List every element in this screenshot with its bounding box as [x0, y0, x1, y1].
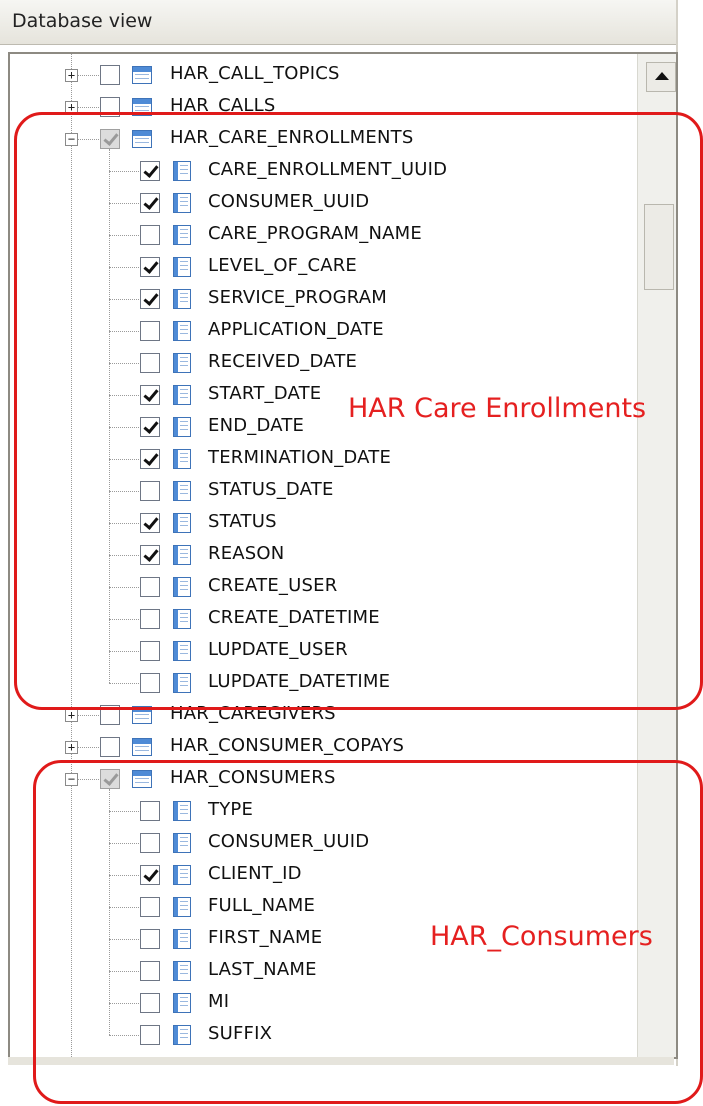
- care-enrollments-annotation-label: HAR Care Enrollments: [348, 393, 647, 424]
- tree-table-row[interactable]: + HAR_CALL_TOPICS: [10, 59, 622, 91]
- table-name-label: HAR_CALL_TOPICS: [170, 63, 340, 84]
- panel-header: Database view: [0, 0, 678, 45]
- table-icon: [132, 66, 152, 84]
- tree-connector: [77, 747, 99, 748]
- table-icon: [132, 738, 152, 756]
- table-checkbox[interactable]: [100, 737, 120, 757]
- scroll-up-arrow-icon[interactable]: [646, 62, 676, 92]
- tree-connector: [77, 107, 99, 108]
- expand-plus-icon[interactable]: +: [65, 709, 78, 722]
- tree-connector: [77, 75, 99, 76]
- panel-title: Database view: [12, 10, 153, 32]
- table-checkbox[interactable]: [100, 65, 120, 85]
- table-name-label: HAR_CONSUMER_COPAYS: [170, 735, 405, 756]
- expand-plus-icon[interactable]: +: [65, 69, 78, 82]
- expand-plus-icon[interactable]: +: [65, 741, 78, 754]
- tree-table-row[interactable]: + HAR_CONSUMER_COPAYS: [10, 731, 622, 763]
- tree-connector: [77, 715, 99, 716]
- consumers-annotation-label: HAR_Consumers: [430, 921, 653, 952]
